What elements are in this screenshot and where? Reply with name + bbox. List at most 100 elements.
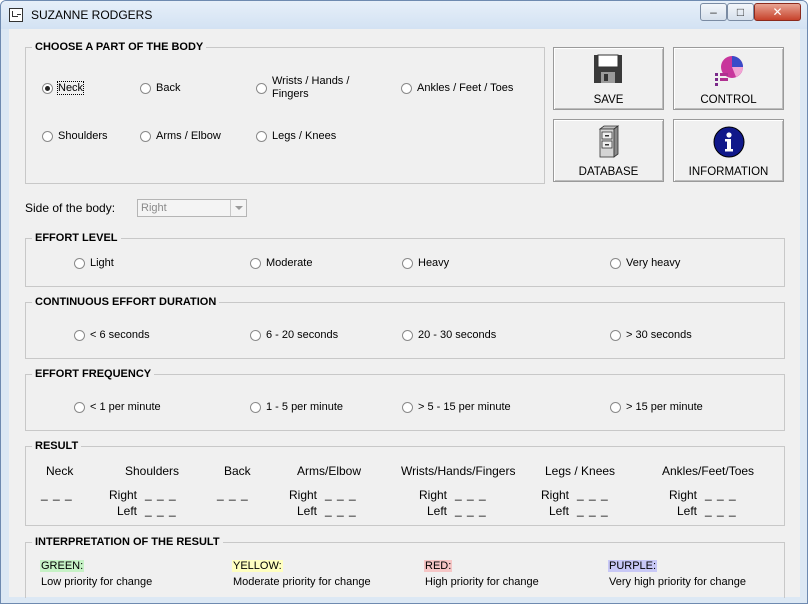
result-header-ankles: Ankles/Feet/Toes [662, 464, 755, 478]
filing-cabinet-icon [598, 125, 620, 158]
side-select[interactable]: Right [137, 199, 247, 217]
radio-dot[interactable] [402, 329, 413, 341]
app-window: SUZANNE RODGERS – □ ✕ CHOOSE A PART OF T… [0, 0, 808, 604]
result-header-arms: Arms/Elbow [297, 464, 362, 478]
database-button[interactable]: DATABASE [553, 119, 664, 182]
side-select-value: Right [141, 202, 167, 214]
floppy-disk-icon [594, 54, 622, 83]
save-button[interactable]: SAVE [553, 47, 664, 110]
radio-dot[interactable] [402, 401, 413, 413]
info-icon [713, 126, 745, 158]
radio-label: 20 - 30 seconds [418, 329, 497, 341]
radio-dot[interactable] [610, 329, 621, 341]
radio-frequency-5-15[interactable]: > 5 - 15 per minute [402, 401, 511, 413]
radio-dot[interactable] [250, 257, 261, 269]
maximize-button[interactable]: □ [727, 3, 754, 21]
radio-label: < 6 seconds [90, 329, 150, 341]
result-right-label: Right [419, 488, 448, 502]
radio-dot[interactable] [74, 329, 85, 341]
radio-frequency-gt15[interactable]: > 15 per minute [610, 401, 703, 413]
result-ankles-left-value: _ _ _ [705, 503, 737, 517]
radio-dot[interactable] [401, 82, 412, 94]
window-title: SUZANNE RODGERS [31, 8, 153, 22]
radio-dot[interactable] [140, 130, 151, 142]
radio-effort-heavy[interactable]: Heavy [402, 257, 449, 269]
radio-dot[interactable] [256, 82, 267, 94]
radio-duration-gt30[interactable]: > 30 seconds [610, 329, 692, 341]
result-legs-left-value: _ _ _ [577, 503, 609, 517]
radio-dot[interactable] [402, 257, 413, 269]
radio-dot[interactable] [74, 257, 85, 269]
body-part-group: CHOOSE A PART OF THE BODY Neck Back Wris… [25, 41, 545, 184]
radio-label: 1 - 5 per minute [266, 401, 344, 413]
database-label: DATABASE [578, 166, 639, 178]
radio-dot[interactable] [610, 257, 621, 269]
interpretation-legend: INTERPRETATION OF THE RESULT [32, 536, 223, 548]
radio-arms[interactable]: Arms / Elbow [140, 130, 221, 142]
radio-dot[interactable] [74, 401, 85, 413]
radio-effort-light[interactable]: Light [74, 257, 114, 269]
radio-frequency-1-5[interactable]: 1 - 5 per minute [250, 401, 343, 413]
result-left-label: Left [549, 504, 570, 518]
result-left-label: Left [297, 504, 318, 518]
save-label: SAVE [593, 94, 624, 106]
result-wrists-left-value: _ _ _ [455, 503, 487, 517]
radio-dot[interactable] [140, 82, 151, 94]
radio-label-wrap: Wrists / Hands / Fingers [272, 75, 349, 101]
green-swatch: GREEN: [40, 560, 85, 572]
radio-neck[interactable]: Neck [42, 81, 85, 95]
result-neck-value: _ _ _ [41, 487, 73, 501]
result-left-label: Left [117, 504, 138, 518]
information-button[interactable]: INFORMATION [673, 119, 784, 182]
chevron-down-icon[interactable] [230, 200, 246, 216]
red-description: High priority for change [425, 576, 539, 588]
result-arms-right-value: _ _ _ [325, 487, 357, 501]
radio-label: Light [90, 257, 114, 269]
effort-level-group: EFFORT LEVEL Light Moderate Heavy Very h… [25, 232, 785, 287]
result-legend: RESULT [32, 440, 82, 452]
duration-legend: CONTINUOUS EFFORT DURATION [32, 296, 220, 308]
result-wrists-right-value: _ _ _ [455, 487, 487, 501]
control-button[interactable]: CONTROL [673, 47, 784, 110]
radio-label: Legs / Knees [272, 130, 337, 142]
radio-dot[interactable] [256, 130, 267, 142]
maximize-icon: □ [736, 5, 745, 19]
result-right-label: Right [541, 488, 570, 502]
radio-effort-very-heavy[interactable]: Very heavy [610, 257, 680, 269]
main-panel: CHOOSE A PART OF THE BODY Neck Back Wris… [9, 29, 800, 598]
radio-duration-lt6[interactable]: < 6 seconds [74, 329, 150, 341]
result-header-back: Back [224, 464, 251, 478]
radio-dot[interactable] [250, 401, 261, 413]
radio-dot[interactable] [610, 401, 621, 413]
result-right-label: Right [289, 488, 318, 502]
radio-shoulders[interactable]: Shoulders [42, 130, 108, 142]
minimize-icon: – [710, 5, 717, 19]
radio-back[interactable]: Back [140, 82, 180, 94]
yellow-swatch: YELLOW: [232, 560, 283, 572]
radio-ankles[interactable]: Ankles / Feet / Toes [401, 82, 513, 94]
close-button[interactable]: ✕ [754, 3, 801, 21]
result-header-shoulders: Shoulders [125, 464, 180, 478]
minimize-button[interactable]: – [700, 3, 727, 21]
radio-duration-20-30[interactable]: 20 - 30 seconds [402, 329, 496, 341]
radio-wrists[interactable]: Wrists / Hands / Fingers [256, 75, 349, 101]
radio-dot[interactable] [250, 329, 261, 341]
green-description: Low priority for change [41, 576, 153, 588]
radio-label: Back [156, 82, 181, 94]
result-header-neck: Neck [46, 464, 74, 478]
control-label: CONTROL [700, 94, 757, 106]
frequency-legend: EFFORT FREQUENCY [32, 368, 155, 380]
title-bar[interactable]: SUZANNE RODGERS – □ ✕ [1, 1, 807, 29]
radio-duration-6-20[interactable]: 6 - 20 seconds [250, 329, 338, 341]
radio-dot[interactable] [42, 82, 53, 94]
close-icon: ✕ [772, 5, 783, 19]
radio-label: < 1 per minute [90, 401, 161, 413]
side-label: Side of the body: [25, 201, 116, 215]
result-legs-right-value: _ _ _ [577, 487, 609, 501]
duration-group: CONTINUOUS EFFORT DURATION < 6 seconds 6… [25, 296, 785, 359]
result-ankles-right-value: _ _ _ [705, 487, 737, 501]
radio-legs[interactable]: Legs / Knees [256, 130, 336, 142]
radio-dot[interactable] [42, 130, 53, 142]
radio-frequency-lt1[interactable]: < 1 per minute [74, 401, 161, 413]
radio-effort-moderate[interactable]: Moderate [250, 257, 312, 269]
